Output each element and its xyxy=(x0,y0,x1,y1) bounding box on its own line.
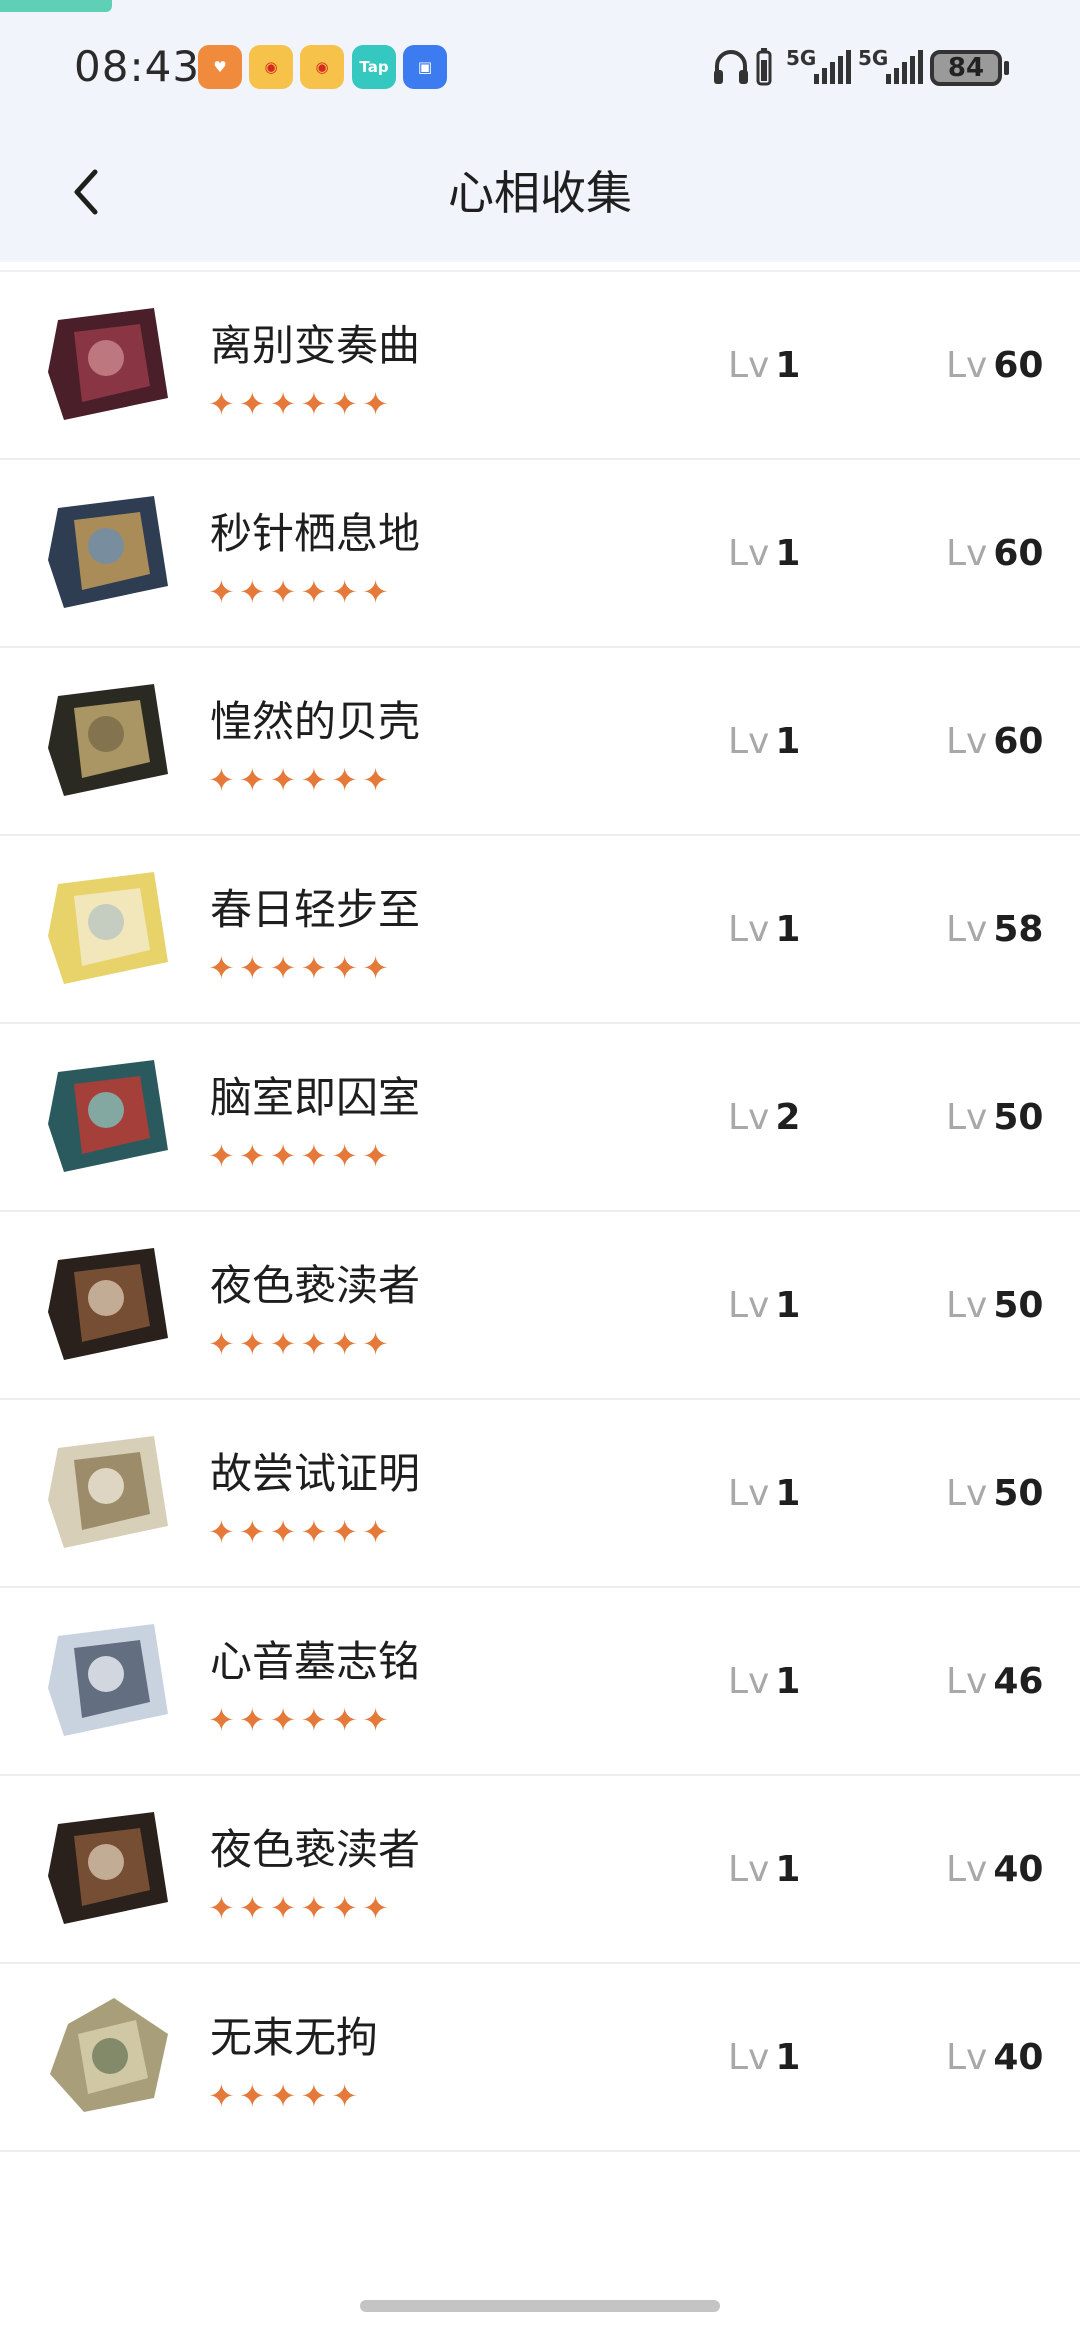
card-thumbnail xyxy=(44,1994,172,2118)
list-item[interactable]: 夜色亵渎者 ✦✦✦✦✦✦ Lv 1 Lv 50 xyxy=(0,1212,1080,1400)
current-level: Lv 1 xyxy=(728,909,801,950)
home-indicator[interactable] xyxy=(360,2300,720,2312)
star-rating: ✦✦✦✦✦✦ xyxy=(208,761,393,799)
max-level: Lv 58 xyxy=(946,909,1044,950)
status-time: 08:43 xyxy=(74,42,201,91)
card-thumbnail xyxy=(44,1806,172,1930)
star-rating: ✦✦✦✦✦✦ xyxy=(208,1325,393,1363)
collection-list: 离别变奏曲 ✦✦✦✦✦✦ Lv 1 Lv 60 秒针栖息地 ✦✦✦✦✦✦ Lv 1 L… xyxy=(0,270,1080,2152)
weibo-icon: ◉ xyxy=(249,45,293,89)
max-level: Lv 40 xyxy=(946,2037,1044,2078)
card-name: 离别变奏曲 xyxy=(210,321,421,370)
star-rating: ✦✦✦✦✦✦ xyxy=(208,1889,393,1927)
current-level: Lv 1 xyxy=(728,1285,801,1326)
list-item[interactable]: 春日轻步至 ✦✦✦✦✦✦ Lv 1 Lv 58 xyxy=(0,836,1080,1024)
card-name: 惶然的贝壳 xyxy=(210,697,421,746)
list-item[interactable]: 故尝试证明 ✦✦✦✦✦✦ Lv 1 Lv 50 xyxy=(0,1400,1080,1588)
card-thumbnail xyxy=(44,1242,172,1366)
list-item[interactable]: 惶然的贝壳 ✦✦✦✦✦✦ Lv 1 Lv 60 xyxy=(0,648,1080,836)
app-market-icon: ▣ xyxy=(403,45,447,89)
taptap-icon: Tap xyxy=(352,45,396,89)
star-rating: ✦✦✦✦✦✦ xyxy=(208,1137,393,1175)
current-level: Lv 1 xyxy=(728,2037,801,2078)
signal-icon xyxy=(886,50,923,84)
current-level: Lv 1 xyxy=(728,1473,801,1514)
battery-small-icon xyxy=(756,48,772,86)
card-name: 无束无拘 xyxy=(210,2013,379,2062)
signal-icon xyxy=(814,50,851,84)
nav-bar: 心相收集 xyxy=(0,140,1080,262)
max-level: Lv 50 xyxy=(946,1473,1044,1514)
card-name: 秒针栖息地 xyxy=(210,509,421,558)
status-bar: 08:43 ♥ ◉ ◉ Tap ▣ 5G 5G 84 xyxy=(0,0,1080,140)
card-thumbnail xyxy=(44,866,172,990)
max-level: Lv 60 xyxy=(946,721,1044,762)
card-name: 春日轻步至 xyxy=(210,885,421,934)
card-name: 故尝试证明 xyxy=(210,1449,421,1498)
card-thumbnail xyxy=(44,1618,172,1742)
current-level: Lv 1 xyxy=(728,1661,801,1702)
list-item[interactable]: 心音墓志铭 ✦✦✦✦✦✦ Lv 1 Lv 46 xyxy=(0,1588,1080,1776)
max-level: Lv 46 xyxy=(946,1661,1044,1702)
card-name: 脑室即囚室 xyxy=(210,1073,421,1122)
max-level: Lv 40 xyxy=(946,1849,1044,1890)
list-item[interactable]: 秒针栖息地 ✦✦✦✦✦✦ Lv 1 Lv 60 xyxy=(0,460,1080,648)
star-rating: ✦✦✦✦✦✦ xyxy=(208,1513,393,1551)
star-rating: ✦✦✦✦✦✦ xyxy=(208,1701,393,1739)
max-level: Lv 60 xyxy=(946,345,1044,386)
max-level: Lv 50 xyxy=(946,1285,1044,1326)
page-title: 心相收集 xyxy=(448,166,632,220)
battery-indicator: 84 xyxy=(930,50,1002,86)
card-name: 夜色亵渎者 xyxy=(210,1261,421,1310)
max-level: Lv 60 xyxy=(946,533,1044,574)
headphones-icon xyxy=(714,50,748,84)
health-app-icon: ♥ xyxy=(198,45,242,89)
star-rating: ✦✦✦✦✦✦ xyxy=(208,949,393,987)
card-name: 夜色亵渎者 xyxy=(210,1825,421,1874)
list-item[interactable]: 离别变奏曲 ✦✦✦✦✦✦ Lv 1 Lv 60 xyxy=(0,272,1080,460)
current-level: Lv 1 xyxy=(728,533,801,574)
current-level: Lv 2 xyxy=(728,1097,801,1138)
weibo-icon: ◉ xyxy=(300,45,344,89)
list-item[interactable]: 脑室即囚室 ✦✦✦✦✦✦ Lv 2 Lv 50 xyxy=(0,1024,1080,1212)
list-item[interactable]: 无束无拘 ✦✦✦✦✦ Lv 1 Lv 40 xyxy=(0,1964,1080,2152)
card-thumbnail xyxy=(44,302,172,426)
star-rating: ✦✦✦✦✦✦ xyxy=(208,385,393,423)
battery-tip xyxy=(1004,61,1009,75)
current-level: Lv 1 xyxy=(728,345,801,386)
card-name: 心音墓志铭 xyxy=(210,1637,421,1686)
header: 08:43 ♥ ◉ ◉ Tap ▣ 5G 5G 84 心相收集 xyxy=(0,0,1080,262)
current-level: Lv 1 xyxy=(728,1849,801,1890)
card-thumbnail xyxy=(44,1054,172,1178)
card-thumbnail xyxy=(44,490,172,614)
list-item[interactable]: 夜色亵渎者 ✦✦✦✦✦✦ Lv 1 Lv 40 xyxy=(0,1776,1080,1964)
star-rating: ✦✦✦✦✦✦ xyxy=(208,573,393,611)
card-thumbnail xyxy=(44,678,172,802)
star-rating: ✦✦✦✦✦ xyxy=(208,2077,363,2115)
max-level: Lv 50 xyxy=(946,1097,1044,1138)
card-thumbnail xyxy=(44,1430,172,1554)
current-level: Lv 1 xyxy=(728,721,801,762)
